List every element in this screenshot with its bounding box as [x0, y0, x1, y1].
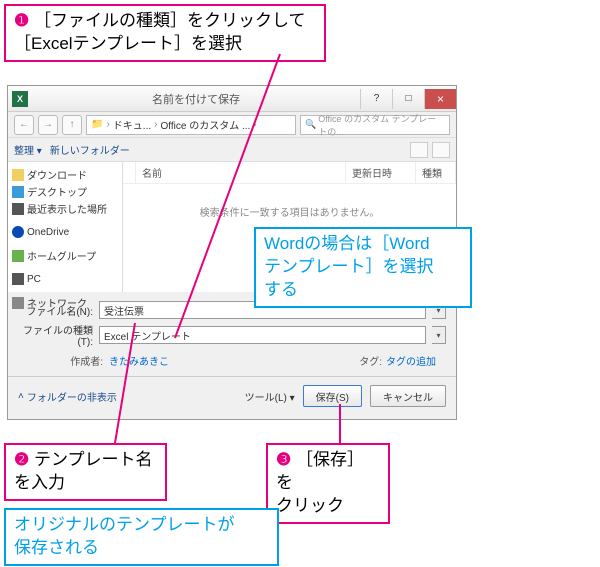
filetype-label: ファイルの種類(T):	[18, 322, 93, 348]
tools-menu[interactable]: ツール(L) ▾	[245, 389, 295, 404]
pc-icon	[12, 273, 24, 285]
note-result-a: オリジナルのテンプレートが	[14, 515, 235, 534]
col-name[interactable]: 名前	[136, 162, 346, 183]
callout-3: ❸ ［保存］を クリック	[266, 443, 390, 524]
search-input[interactable]: 🔍 Office のカスタム テンプレートの...	[300, 115, 450, 135]
hide-folders-toggle[interactable]: ˄ フォルダーの非表示	[18, 389, 117, 404]
callout-2-text-a: テンプレート名	[34, 450, 153, 469]
note-word: Wordの場合は［Word テンプレート］を選択 する	[254, 227, 472, 308]
filetype-dropdown[interactable]: ▾	[432, 326, 446, 344]
dialog-title: 名前を付けて保存	[32, 91, 360, 107]
col-date[interactable]: 更新日時	[346, 162, 416, 183]
callout-2: ❷ テンプレート名 を入力	[4, 443, 167, 501]
save-button[interactable]: 保存(S)	[303, 385, 362, 407]
note-result: オリジナルのテンプレートが 保存される	[4, 508, 279, 566]
callout-2-num: ❷	[14, 450, 29, 469]
callout-3-text-b: クリック	[276, 496, 344, 515]
author-value[interactable]: きたみあきこ	[109, 353, 169, 368]
maximize-button[interactable]: □	[392, 89, 424, 109]
tree-pc[interactable]: PC	[10, 272, 120, 286]
filename-label: ファイル名(N):	[18, 303, 93, 318]
close-button[interactable]: ×	[424, 89, 456, 109]
nav-bar: ← → ↑ 📁 › ドキュ... › Office のカスタム ... › 🔍 …	[8, 112, 456, 138]
organize-menu[interactable]: 整理 ▾	[14, 142, 42, 157]
note-word-a: Wordの場合は［Word	[264, 234, 430, 253]
callout-3-num: ❸	[276, 450, 291, 469]
folder-icon	[12, 169, 24, 181]
view-button-2[interactable]	[432, 142, 450, 158]
tag-value[interactable]: タグの追加	[386, 353, 436, 368]
breadcrumb-p2: Office のカスタム ...	[160, 117, 250, 132]
tree-recent[interactable]: 最近表示した場所	[10, 200, 120, 217]
tree-downloads[interactable]: ダウンロード	[10, 166, 120, 183]
breadcrumb-p1: ドキュ...	[113, 117, 151, 132]
tree-onedrive[interactable]: OneDrive	[10, 225, 120, 239]
back-button[interactable]: ←	[14, 115, 34, 135]
callout-1-text-b: ［Excelテンプレート］を選択	[14, 34, 242, 53]
author-label: 作成者:	[28, 353, 103, 368]
note-word-c: する	[264, 280, 298, 299]
recent-icon	[12, 203, 24, 215]
callout-1-text-a: ［ファイルの種類］をクリックして	[34, 11, 306, 30]
help-button[interactable]: ?	[360, 89, 392, 109]
cancel-button[interactable]: キャンセル	[370, 385, 446, 407]
callout-1-num: ❶	[14, 11, 29, 30]
tree-homegroup[interactable]: ホームグループ	[10, 247, 120, 264]
toolbar: 整理 ▾ 新しいフォルダー	[8, 138, 456, 162]
callout-2-text-b: を入力	[14, 473, 65, 492]
desktop-icon	[12, 186, 24, 198]
homegroup-icon	[12, 250, 24, 262]
folder-tree: ダウンロード デスクトップ 最近表示した場所 OneDrive ホームグループ …	[8, 162, 123, 292]
up-button[interactable]: ↑	[62, 115, 82, 135]
titlebar: X 名前を付けて保存 ? □ ×	[8, 86, 456, 112]
filetype-select[interactable]: Excel テンプレート	[99, 326, 426, 344]
callout-1: ❶ ［ファイルの種類］をクリックして ［Excelテンプレート］を選択	[4, 4, 326, 62]
chevron-up-icon: ˄	[18, 391, 24, 402]
forward-button[interactable]: →	[38, 115, 58, 135]
note-word-b: テンプレート］を選択	[264, 257, 434, 276]
view-button-1[interactable]	[410, 142, 428, 158]
new-folder-button[interactable]: 新しいフォルダー	[50, 142, 130, 157]
breadcrumb[interactable]: 📁 › ドキュ... › Office のカスタム ... ›	[86, 115, 296, 135]
onedrive-icon	[12, 226, 24, 238]
excel-icon: X	[12, 91, 28, 107]
tag-label: タグ:	[359, 353, 382, 368]
col-type[interactable]: 種類	[416, 162, 456, 183]
tree-desktop[interactable]: デスクトップ	[10, 183, 120, 200]
note-result-b: 保存される	[14, 538, 99, 557]
